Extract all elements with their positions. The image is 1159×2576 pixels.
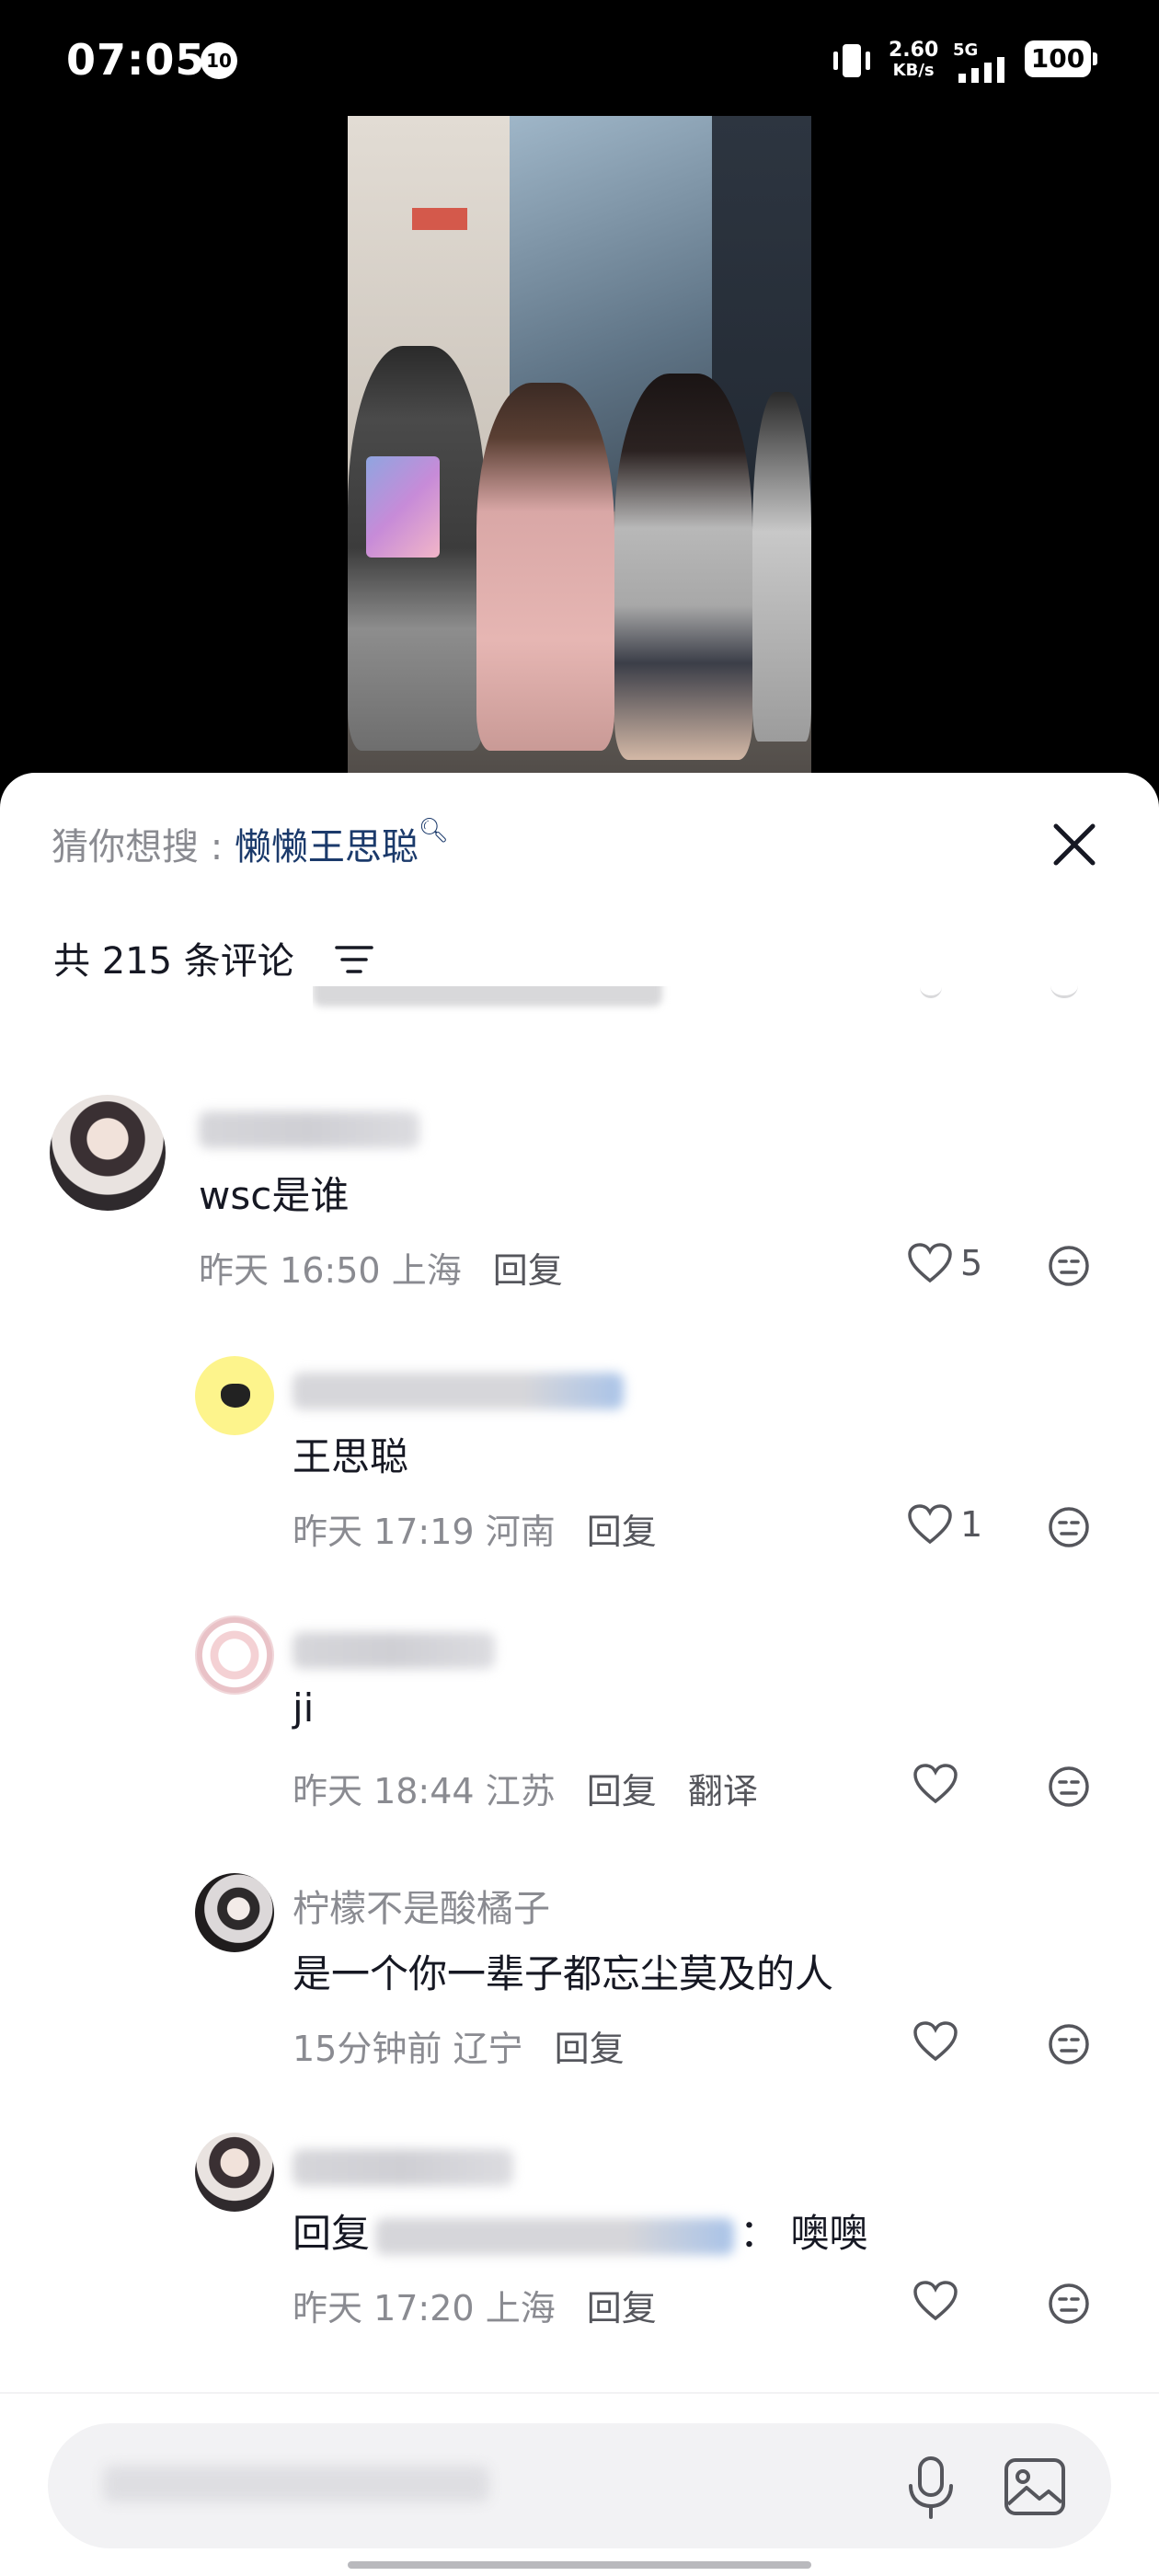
reply-button[interactable]: 回复 — [587, 1771, 657, 1811]
comment-count: 共 215 条评论 — [53, 940, 294, 983]
comment-location: 辽宁 — [453, 2029, 523, 2069]
comment-text: wsc是谁 — [199, 1173, 350, 1218]
like-count: 1 — [960, 1503, 983, 1545]
net-speed: 2.60 KB/s — [889, 40, 938, 81]
comment-time: 昨天 16:50 — [199, 1250, 381, 1291]
signal-icon — [958, 57, 1004, 83]
comment-input[interactable] — [48, 2423, 1111, 2548]
username-blurred[interactable] — [293, 1373, 624, 1409]
heart-icon — [913, 2020, 958, 2061]
home-indicator[interactable] — [348, 2561, 811, 2569]
video-player[interactable] — [348, 116, 811, 778]
heart-icon — [913, 2280, 958, 2320]
video-scene-sign — [412, 208, 467, 230]
avatar[interactable] — [195, 1356, 274, 1435]
search-icon: 🔍︎ — [418, 817, 449, 845]
comment-location: 上海 — [391, 1250, 462, 1291]
comment-location: 上海 — [485, 2288, 556, 2329]
status-time: 07:05 — [66, 35, 206, 85]
heart-icon — [913, 1763, 958, 1803]
comment-time: 昨天 17:20 — [293, 2288, 475, 2329]
comment-text: 是一个你一辈子都忘尘莫及的人 — [293, 1951, 834, 1996]
mentioned-user-blurred[interactable] — [375, 2217, 735, 2255]
like-button[interactable] — [912, 2018, 958, 2063]
comment-time: 昨天 17:19 — [293, 1512, 475, 1552]
translate-button[interactable]: 翻译 — [688, 1771, 758, 1811]
mic-icon[interactable] — [901, 2455, 960, 2521]
comment-location: 河南 — [485, 1512, 556, 1552]
like-button[interactable]: 1 — [907, 1501, 982, 1546]
like-count: 5 — [960, 1242, 983, 1283]
like-button[interactable] — [912, 1761, 958, 1805]
comment-text: ji — [293, 1685, 315, 1731]
comment-text: 王思聪 — [293, 1434, 409, 1479]
dislike-face-icon[interactable] — [1047, 1505, 1091, 1549]
comment-meta: 15分钟前 辽宁 回复 — [293, 2020, 625, 2071]
reply-button[interactable]: 回复 — [587, 2288, 657, 2329]
dislike-face-icon[interactable] — [1047, 2282, 1091, 2326]
like-button[interactable]: 5 — [907, 1240, 982, 1284]
search-suggestion[interactable]: 猜你想搜 : 懒懒王思聪🔍︎ — [52, 817, 449, 870]
avatar[interactable] — [195, 1616, 274, 1695]
scrolled-dislike-fragment — [1050, 983, 1078, 998]
comment-meta: 昨天 17:19 河南 回复 — [293, 1503, 657, 1554]
net-speed-value: 2.60 — [889, 39, 939, 62]
like-button[interactable] — [912, 2278, 958, 2322]
dislike-face-icon[interactable] — [1047, 1244, 1091, 1288]
heart-icon — [908, 1503, 952, 1544]
dislike-face-icon[interactable] — [1047, 1765, 1091, 1809]
video-person — [614, 374, 752, 760]
net-speed-unit: KB/s — [892, 61, 935, 80]
search-suggestion-prefix: 猜你想搜 : — [52, 826, 235, 868]
search-suggestion-keyword[interactable]: 懒懒王思聪 — [235, 826, 419, 868]
comment-panel: 猜你想搜 : 懒懒王思聪🔍︎ 共 215 条评论 wsc是谁 昨天 16:50 … — [0, 773, 1159, 2576]
video-person — [476, 383, 614, 751]
comment-meta: 昨天 16:50 上海 回复 — [199, 1242, 563, 1293]
comment-time: 15分钟前 — [293, 2029, 442, 2069]
reply-button[interactable]: 回复 — [587, 1512, 657, 1552]
comment-text: 回复 ： 噢噢 — [293, 2202, 867, 2259]
reply-button[interactable]: 回复 — [555, 2029, 625, 2069]
sort-icon[interactable] — [335, 944, 375, 977]
status-bar: 07:05 10 2.60 KB/s 5G 100 — [0, 0, 1159, 120]
vibrate-icon — [833, 44, 870, 77]
reply-button[interactable]: 回复 — [493, 1250, 563, 1291]
reply-content: ： 噢噢 — [740, 2211, 868, 2256]
video-person — [348, 346, 486, 751]
input-divider — [0, 2392, 1159, 2394]
comment-meta: 昨天 18:44 江苏 回复 翻译 — [293, 1763, 758, 1813]
scrolled-comment-fragment — [313, 986, 681, 1014]
notification-badge: 10 — [201, 42, 237, 79]
avatar[interactable] — [195, 1873, 274, 1952]
battery-indicator: 100 — [1025, 40, 1097, 77]
scrolled-heart-fragment — [920, 983, 942, 998]
comment-time: 昨天 18:44 — [293, 1771, 475, 1811]
image-icon[interactable] — [1003, 2456, 1067, 2517]
dislike-face-icon[interactable] — [1047, 2022, 1091, 2066]
close-icon[interactable] — [1045, 815, 1104, 874]
heart-icon — [908, 1242, 952, 1282]
avatar[interactable] — [195, 2133, 274, 2212]
comment-location: 江苏 — [485, 1771, 556, 1811]
username-blurred[interactable] — [293, 1632, 495, 1669]
reply-prefix: 回复 — [293, 2211, 371, 2256]
avatar[interactable] — [50, 1095, 166, 1211]
comment-meta: 昨天 17:20 上海 回复 — [293, 2280, 657, 2330]
username[interactable]: 柠檬不是酸橘子 — [293, 1879, 550, 1932]
username-blurred[interactable] — [199, 1111, 419, 1148]
username-blurred[interactable] — [293, 2149, 513, 2186]
video-person — [752, 392, 811, 742]
comment-input-placeholder-blurred — [103, 2466, 489, 2502]
